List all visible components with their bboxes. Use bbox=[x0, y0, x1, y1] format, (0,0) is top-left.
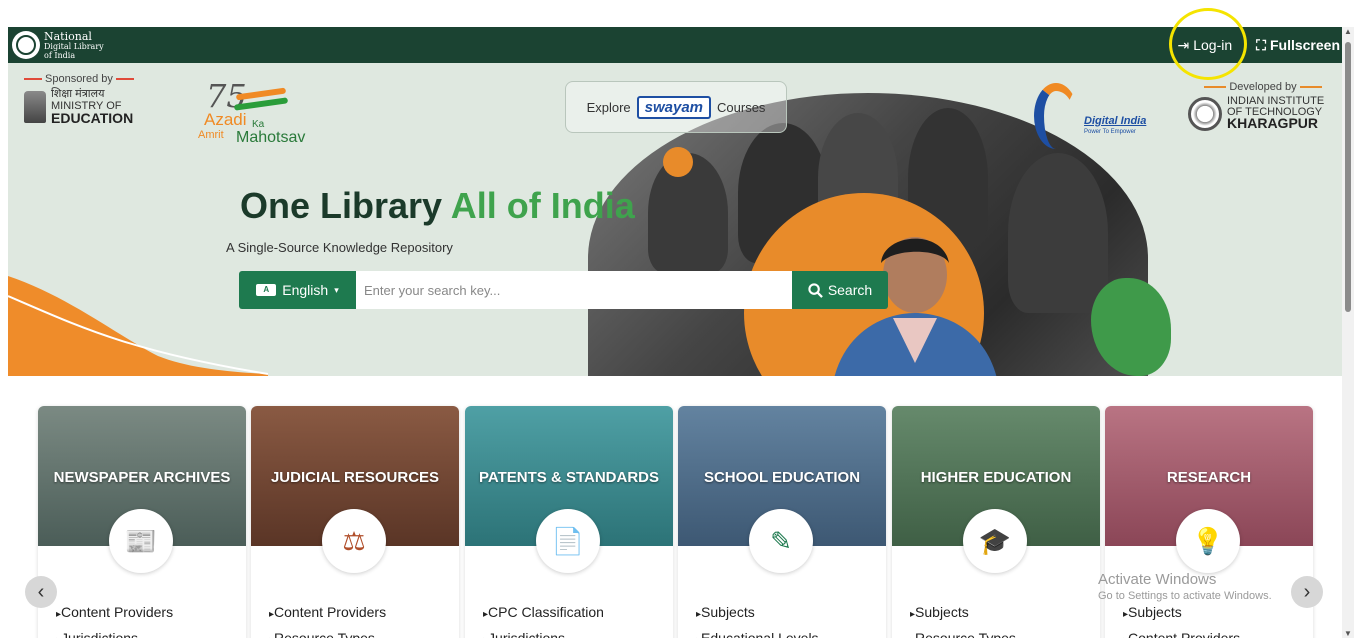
digital-india-mark-icon bbox=[1034, 83, 1078, 149]
logo-line-2: Digital Library bbox=[44, 41, 104, 51]
newspaper-icon: 📰 bbox=[109, 509, 173, 573]
carousel-prev-button[interactable]: ‹ bbox=[25, 576, 57, 608]
explore-label: Explore bbox=[586, 99, 631, 115]
resource-cards: NEWSPAPER ARCHIVES 📰 Content Providers J… bbox=[38, 406, 1314, 638]
idea-icon: 💡 bbox=[1176, 509, 1240, 573]
iit-line-3: KHARAGPUR bbox=[1227, 115, 1318, 131]
card-link-jurisdictions[interactable]: Jurisdictions bbox=[56, 630, 138, 638]
language-icon: A bbox=[256, 284, 277, 296]
card-title: RESEARCH bbox=[1166, 469, 1252, 486]
hero-subtitle: A Single-Source Knowledge Repository bbox=[226, 240, 453, 255]
scroll-up-icon[interactable]: ▲ bbox=[1344, 27, 1352, 36]
search-button-label: Search bbox=[827, 282, 873, 298]
card-school-education[interactable]: SCHOOL EDUCATION ✎ Subjects Educational … bbox=[678, 406, 886, 638]
graduate-icon: 🎓 bbox=[963, 509, 1027, 573]
logo-line-1: National bbox=[44, 29, 92, 43]
ministry-line-2: EDUCATION bbox=[51, 110, 134, 126]
card-link-content-providers[interactable]: Content Providers bbox=[1123, 630, 1240, 638]
card-link-cpc-classification[interactable]: CPC Classification bbox=[483, 604, 604, 620]
card-link-resource-types[interactable]: Resource Types bbox=[910, 630, 1016, 638]
hero-banner: Sponsored by शिक्षा मंत्रालय MINISTRY OF… bbox=[8, 63, 1342, 376]
card-judicial-resources[interactable]: JUDICIAL RESOURCES ⚖ Content Providers R… bbox=[251, 406, 459, 638]
search-bar: A English ▾ Search bbox=[239, 271, 888, 309]
orange-dot-decoration bbox=[663, 147, 693, 177]
azadi-text: Azadi bbox=[204, 110, 247, 129]
watermark-line-2: Go to Settings to activate Windows. bbox=[1098, 590, 1272, 602]
card-title: PATENTS & STANDARDS bbox=[479, 469, 659, 486]
developed-label: Developed by bbox=[1188, 81, 1338, 93]
swayam-logo: swayam bbox=[636, 95, 712, 119]
card-link-subjects[interactable]: Subjects bbox=[1123, 604, 1182, 620]
pencil-cup-icon: ✎ bbox=[749, 509, 813, 573]
card-link-subjects[interactable]: Subjects bbox=[696, 604, 755, 620]
iit-emblem-icon bbox=[1188, 96, 1222, 131]
card-newspaper-archives[interactable]: NEWSPAPER ARCHIVES 📰 Content Providers J… bbox=[38, 406, 246, 638]
card-link-content-providers[interactable]: Content Providers bbox=[56, 604, 173, 620]
azadi-amrit-text: Amrit bbox=[198, 129, 224, 141]
scales-icon: ⚖ bbox=[322, 509, 386, 573]
card-title: JUDICIAL RESOURCES bbox=[270, 469, 440, 486]
ministry-hindi: शिक्षा मंत्रालय bbox=[51, 88, 105, 100]
sponsor-block: Sponsored by शिक्षा मंत्रालय MINISTRY OF… bbox=[24, 73, 149, 126]
digital-india-subtext: Power To Empower bbox=[1084, 129, 1136, 135]
digital-india-logo: Digital India Power To Empower bbox=[1034, 83, 1154, 153]
national-emblem-icon bbox=[24, 91, 46, 123]
language-dropdown[interactable]: A English ▾ bbox=[239, 271, 356, 309]
card-title: SCHOOL EDUCATION bbox=[703, 469, 861, 486]
hero-title: One Library All of India bbox=[240, 185, 635, 226]
fullscreen-label: Fullscreen bbox=[1269, 37, 1340, 53]
card-link-resource-types[interactable]: Resource Types bbox=[269, 630, 375, 638]
patent-icon: 📄 bbox=[536, 509, 600, 573]
carousel-next-button[interactable]: › bbox=[1291, 576, 1323, 608]
search-input[interactable] bbox=[356, 271, 792, 309]
fullscreen-icon: ⛶ bbox=[1256, 36, 1266, 53]
card-higher-education[interactable]: HIGHER EDUCATION 🎓 Subjects Resource Typ… bbox=[892, 406, 1100, 638]
logo-line-3: of India bbox=[44, 50, 76, 60]
card-link-subjects[interactable]: Subjects bbox=[910, 604, 969, 620]
developer-block: Developed by INDIAN INSTITUTE OF TECHNOL… bbox=[1188, 81, 1338, 131]
vertical-scrollbar[interactable]: ▲ ▼ bbox=[1342, 27, 1354, 638]
chevron-left-icon: ‹ bbox=[37, 580, 45, 603]
login-icon: ⇥ bbox=[1177, 36, 1190, 53]
fullscreen-button[interactable]: ⛶ Fullscreen bbox=[1244, 37, 1342, 54]
language-label: English bbox=[282, 282, 329, 298]
login-button[interactable]: ⇥ Log-in bbox=[1166, 37, 1245, 54]
azadi-mahotsav-text: Mahotsav bbox=[236, 129, 306, 146]
card-link-content-providers[interactable]: Content Providers bbox=[269, 604, 386, 620]
ndli-logo-icon bbox=[12, 31, 40, 59]
watermark-line-1: Activate Windows bbox=[1098, 571, 1217, 588]
chevron-right-icon: › bbox=[1303, 580, 1311, 603]
courses-label: Courses bbox=[717, 99, 766, 115]
card-research[interactable]: RESEARCH 💡 Subjects Content Providers bbox=[1105, 406, 1313, 638]
card-title: NEWSPAPER ARCHIVES bbox=[53, 469, 231, 486]
page: National Digital Library of India ⇥ Log-… bbox=[0, 0, 1354, 638]
windows-activation-watermark: Activate Windows Go to Settings to activ… bbox=[1098, 571, 1272, 602]
card-link-jurisdictions[interactable]: Jurisdictions bbox=[483, 630, 565, 638]
search-button[interactable]: Search bbox=[792, 271, 888, 309]
digital-india-text: Digital India bbox=[1084, 115, 1147, 127]
caret-down-icon: ▾ bbox=[334, 284, 339, 295]
card-patents-standards[interactable]: PATENTS & STANDARDS 📄 CPC Classification… bbox=[465, 406, 673, 638]
explore-swayam-courses-button[interactable]: Explore swayam Courses bbox=[565, 81, 787, 133]
card-title: HIGHER EDUCATION bbox=[920, 469, 1072, 486]
login-label: Log-in bbox=[1193, 37, 1233, 53]
sponsor-label: Sponsored by bbox=[24, 73, 149, 85]
search-icon bbox=[808, 282, 823, 298]
scroll-thumb[interactable] bbox=[1345, 42, 1351, 312]
ndli-logo[interactable]: National Digital Library of India bbox=[12, 31, 104, 60]
top-nav-bar: National Digital Library of India ⇥ Log-… bbox=[8, 27, 1342, 63]
orange-wave-decoration bbox=[8, 276, 268, 376]
scroll-down-icon[interactable]: ▼ bbox=[1344, 629, 1352, 638]
azadi-ka-amrit-mahotsav-logo: 75 Azadi Ka Amrit Mahotsav bbox=[198, 77, 328, 147]
card-link-educational-levels[interactable]: Educational Levels bbox=[696, 630, 819, 638]
